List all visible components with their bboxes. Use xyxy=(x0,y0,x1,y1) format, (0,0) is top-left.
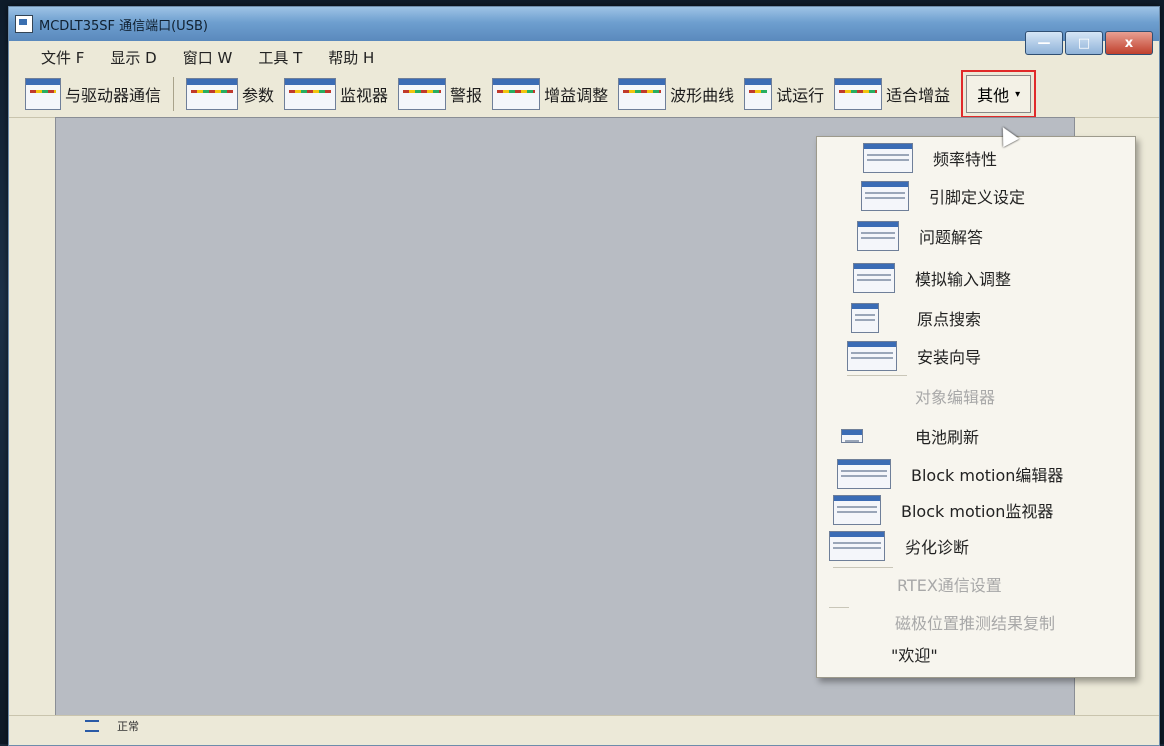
menu-item-label: 磁极位置推测结果复制 xyxy=(895,614,1056,633)
alarm-icon xyxy=(398,78,447,110)
menu-item-label: "欢迎" xyxy=(891,646,938,665)
menu-item-label: 安装向导 xyxy=(917,348,982,367)
menu-item-pin-definition[interactable]: 引脚定义设定 xyxy=(861,179,1125,213)
tool-waveform-button[interactable]: 波形曲线 xyxy=(614,76,738,112)
menu-item-magnetic-pole-copy[interactable]: 磁极位置推测结果复制 xyxy=(825,605,1125,639)
other-label: 其他 xyxy=(977,86,1010,105)
menu-item-label: 频率特性 xyxy=(933,150,998,169)
menu-item-install-wizard[interactable]: 安装向导 xyxy=(847,339,1125,373)
menu-item-label: 问题解答 xyxy=(919,228,984,247)
chevron-down-icon: ▾ xyxy=(1015,88,1021,100)
menu-item-label: Block motion监视器 xyxy=(901,502,1054,521)
params-icon xyxy=(186,78,239,110)
menu-item-label: RTEX通信设置 xyxy=(897,576,1002,595)
tool-alarm-button[interactable]: 警报 xyxy=(394,76,486,112)
comm-icon xyxy=(25,78,61,110)
menu-item-label: 劣化诊断 xyxy=(905,538,970,557)
object-editor-icon xyxy=(847,382,895,410)
title-bar[interactable]: MCDLT35SF 通信端口(USB) — □ x xyxy=(9,7,1159,55)
tool-monitor-button[interactable]: 监视器 xyxy=(280,76,392,112)
menu-item-welcome[interactable]: "欢迎" xyxy=(823,637,1125,671)
other-dropdown-menu: 频率特性 引脚定义设定 问题解答 模拟输入调整 原点搜索 安装向导 对象编辑器 … xyxy=(816,136,1136,678)
menu-item-faq[interactable]: 问题解答 xyxy=(857,219,1125,253)
status-icon xyxy=(85,720,99,732)
app-icon xyxy=(15,15,33,33)
tool-fit-gain-button[interactable]: 适合增益 xyxy=(830,76,954,112)
frequency-icon xyxy=(863,143,913,173)
welcome-icon xyxy=(823,640,871,668)
magnetic-pole-icon xyxy=(825,608,875,636)
tool-gain-adjust-button[interactable]: 增益调整 xyxy=(488,76,612,112)
menu-item-label: 对象编辑器 xyxy=(915,388,996,407)
tool-comm-button[interactable]: 与驱动器通信 xyxy=(21,76,165,112)
menu-view[interactable]: 显示 D xyxy=(100,45,166,70)
status-bar: 正常 xyxy=(9,715,1159,736)
battery-icon xyxy=(841,429,863,443)
tool-waveform-label: 波形曲线 xyxy=(670,86,735,105)
test-run-icon xyxy=(744,78,773,110)
menu-item-diagnosis[interactable]: 劣化诊断 xyxy=(829,529,1125,563)
menu-bar: 文件 F 显示 D 窗口 W 工具 T 帮助 H xyxy=(9,43,1159,71)
tool-comm-label: 与驱动器通信 xyxy=(65,86,162,105)
menu-item-battery-refresh[interactable]: 电池刷新 xyxy=(841,419,1125,453)
menu-item-label: Block motion编辑器 xyxy=(911,466,1064,485)
menu-item-rtex-settings[interactable]: RTEX通信设置 xyxy=(827,567,1125,601)
block-monitor-icon xyxy=(833,495,881,525)
menu-separator xyxy=(847,375,907,376)
tool-test-run-button[interactable]: 试运行 xyxy=(740,76,828,112)
block-editor-icon xyxy=(837,459,891,489)
gain-adjust-icon xyxy=(492,78,541,110)
window-title: MCDLT35SF 通信端口(USB) xyxy=(39,18,208,34)
menu-tools[interactable]: 工具 T xyxy=(248,45,312,70)
monitor-icon xyxy=(284,78,337,110)
toolbar: 与驱动器通信 参数 监视器 警报 增益调整 波形曲线 试运行 适合增益 其他 ▾ xyxy=(9,70,1159,118)
toolbar-separator xyxy=(173,77,175,111)
menu-item-frequency[interactable]: 频率特性 xyxy=(863,141,1125,175)
menu-item-label: 模拟输入调整 xyxy=(915,270,1012,289)
menu-window[interactable]: 窗口 W xyxy=(173,45,243,70)
status-text: 正常 xyxy=(117,720,139,733)
pin-definition-icon xyxy=(861,181,909,211)
menu-help[interactable]: 帮助 H xyxy=(318,45,384,70)
tool-params-label: 参数 xyxy=(242,86,275,105)
menu-item-block-monitor[interactable]: Block motion监视器 xyxy=(833,493,1125,527)
tool-monitor-label: 监视器 xyxy=(340,86,389,105)
menu-item-label: 电池刷新 xyxy=(915,428,980,447)
tool-gain-adjust-label: 增益调整 xyxy=(544,86,609,105)
menu-file[interactable]: 文件 F xyxy=(31,45,94,70)
tool-alarm-label: 警报 xyxy=(450,86,483,105)
menu-item-analog-input[interactable]: 模拟输入调整 xyxy=(853,261,1125,295)
other-dropdown-button[interactable]: 其他 ▾ xyxy=(961,70,1037,118)
tool-fit-gain-label: 适合增益 xyxy=(886,86,951,105)
faq-icon xyxy=(857,221,899,251)
menu-item-object-editor[interactable]: 对象编辑器 xyxy=(847,379,1125,413)
menu-item-label: 原点搜索 xyxy=(917,310,982,329)
menu-item-block-editor[interactable]: Block motion编辑器 xyxy=(837,457,1125,491)
install-wizard-icon xyxy=(847,341,897,371)
menu-item-origin-search[interactable]: 原点搜索 xyxy=(851,301,1125,335)
diagnosis-icon xyxy=(829,531,885,561)
waveform-icon xyxy=(618,78,667,110)
origin-search-icon xyxy=(851,303,879,333)
fit-gain-icon xyxy=(834,78,883,110)
rtex-icon xyxy=(827,570,877,598)
tool-test-run-label: 试运行 xyxy=(776,86,825,105)
menu-item-label: 引脚定义设定 xyxy=(929,188,1026,207)
analog-input-icon xyxy=(853,263,895,293)
tool-params-button[interactable]: 参数 xyxy=(182,76,278,112)
